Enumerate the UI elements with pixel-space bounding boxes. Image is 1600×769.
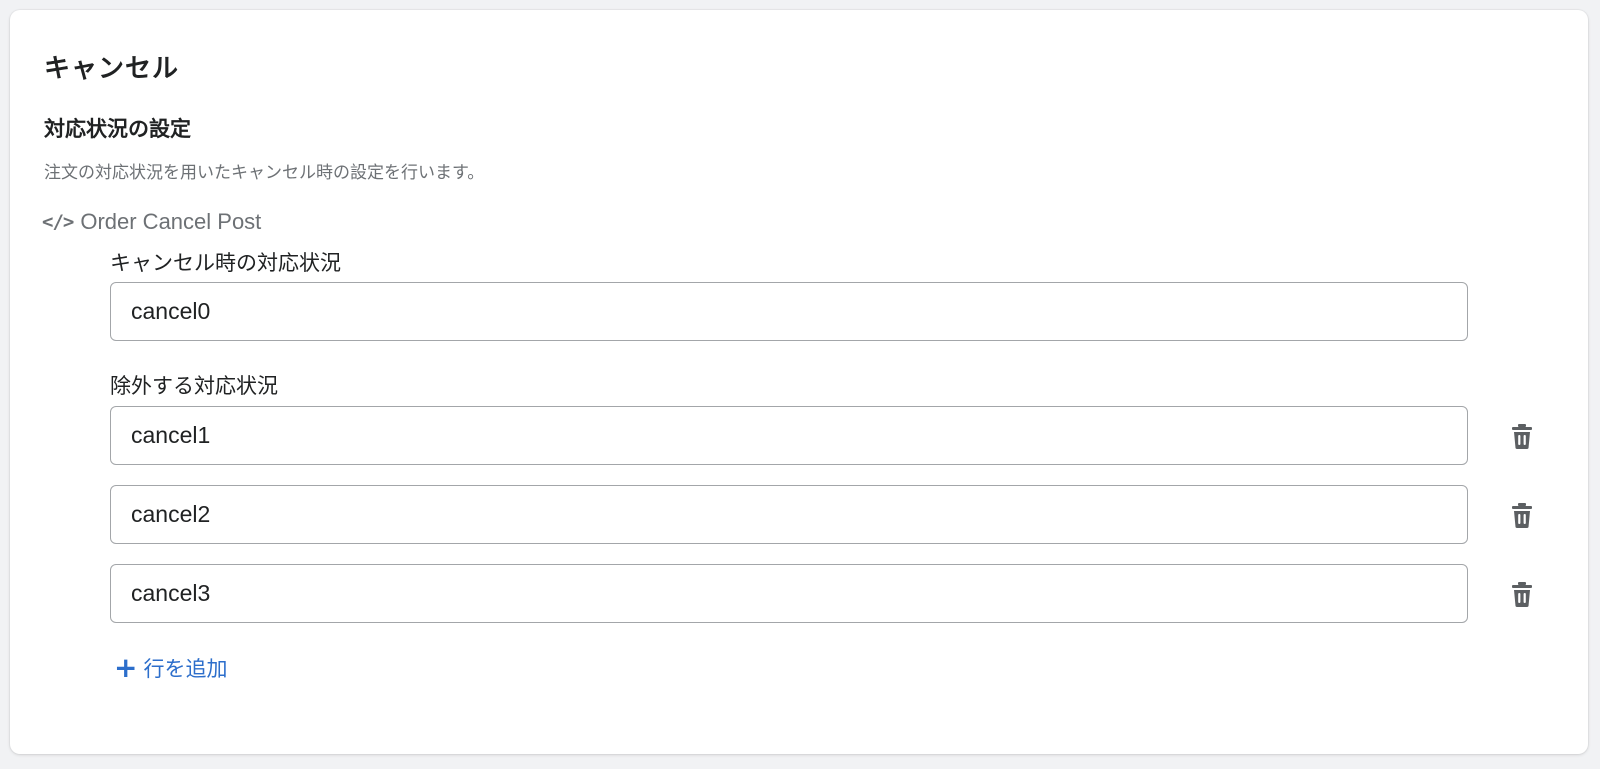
delete-row-button-3[interactable] (1508, 579, 1536, 609)
add-row-button[interactable]: + 行を追加 (114, 653, 227, 683)
delete-row-button-1[interactable] (1508, 421, 1536, 451)
trash-icon (1512, 502, 1532, 528)
cancel-status-label: キャンセル時の対応状況 (110, 251, 341, 275)
code-reference: </> Order Cancel Post (42, 209, 261, 235)
settings-card: キャンセル 対応状況の設定 注文の対応状況を用いたキャンセル時の設定を行います。… (10, 10, 1588, 754)
section-description: 注文の対応状況を用いたキャンセル時の設定を行います。 (44, 163, 485, 183)
card-title: キャンセル (44, 54, 180, 84)
code-icon: </> (42, 211, 74, 233)
section-title: 対応状況の設定 (44, 117, 191, 141)
trash-icon (1512, 423, 1532, 449)
excluded-status-input-1[interactable] (110, 406, 1468, 465)
code-reference-label: Order Cancel Post (80, 209, 262, 234)
trash-icon (1512, 581, 1532, 607)
plus-icon: + (114, 651, 138, 684)
delete-row-button-2[interactable] (1508, 500, 1536, 530)
add-row-label: 行を追加 (143, 657, 228, 681)
cancel-status-input[interactable] (110, 282, 1468, 341)
excluded-status-label: 除外する対応状況 (110, 374, 278, 398)
excluded-status-input-2[interactable] (110, 485, 1468, 544)
excluded-status-input-3[interactable] (110, 564, 1468, 623)
